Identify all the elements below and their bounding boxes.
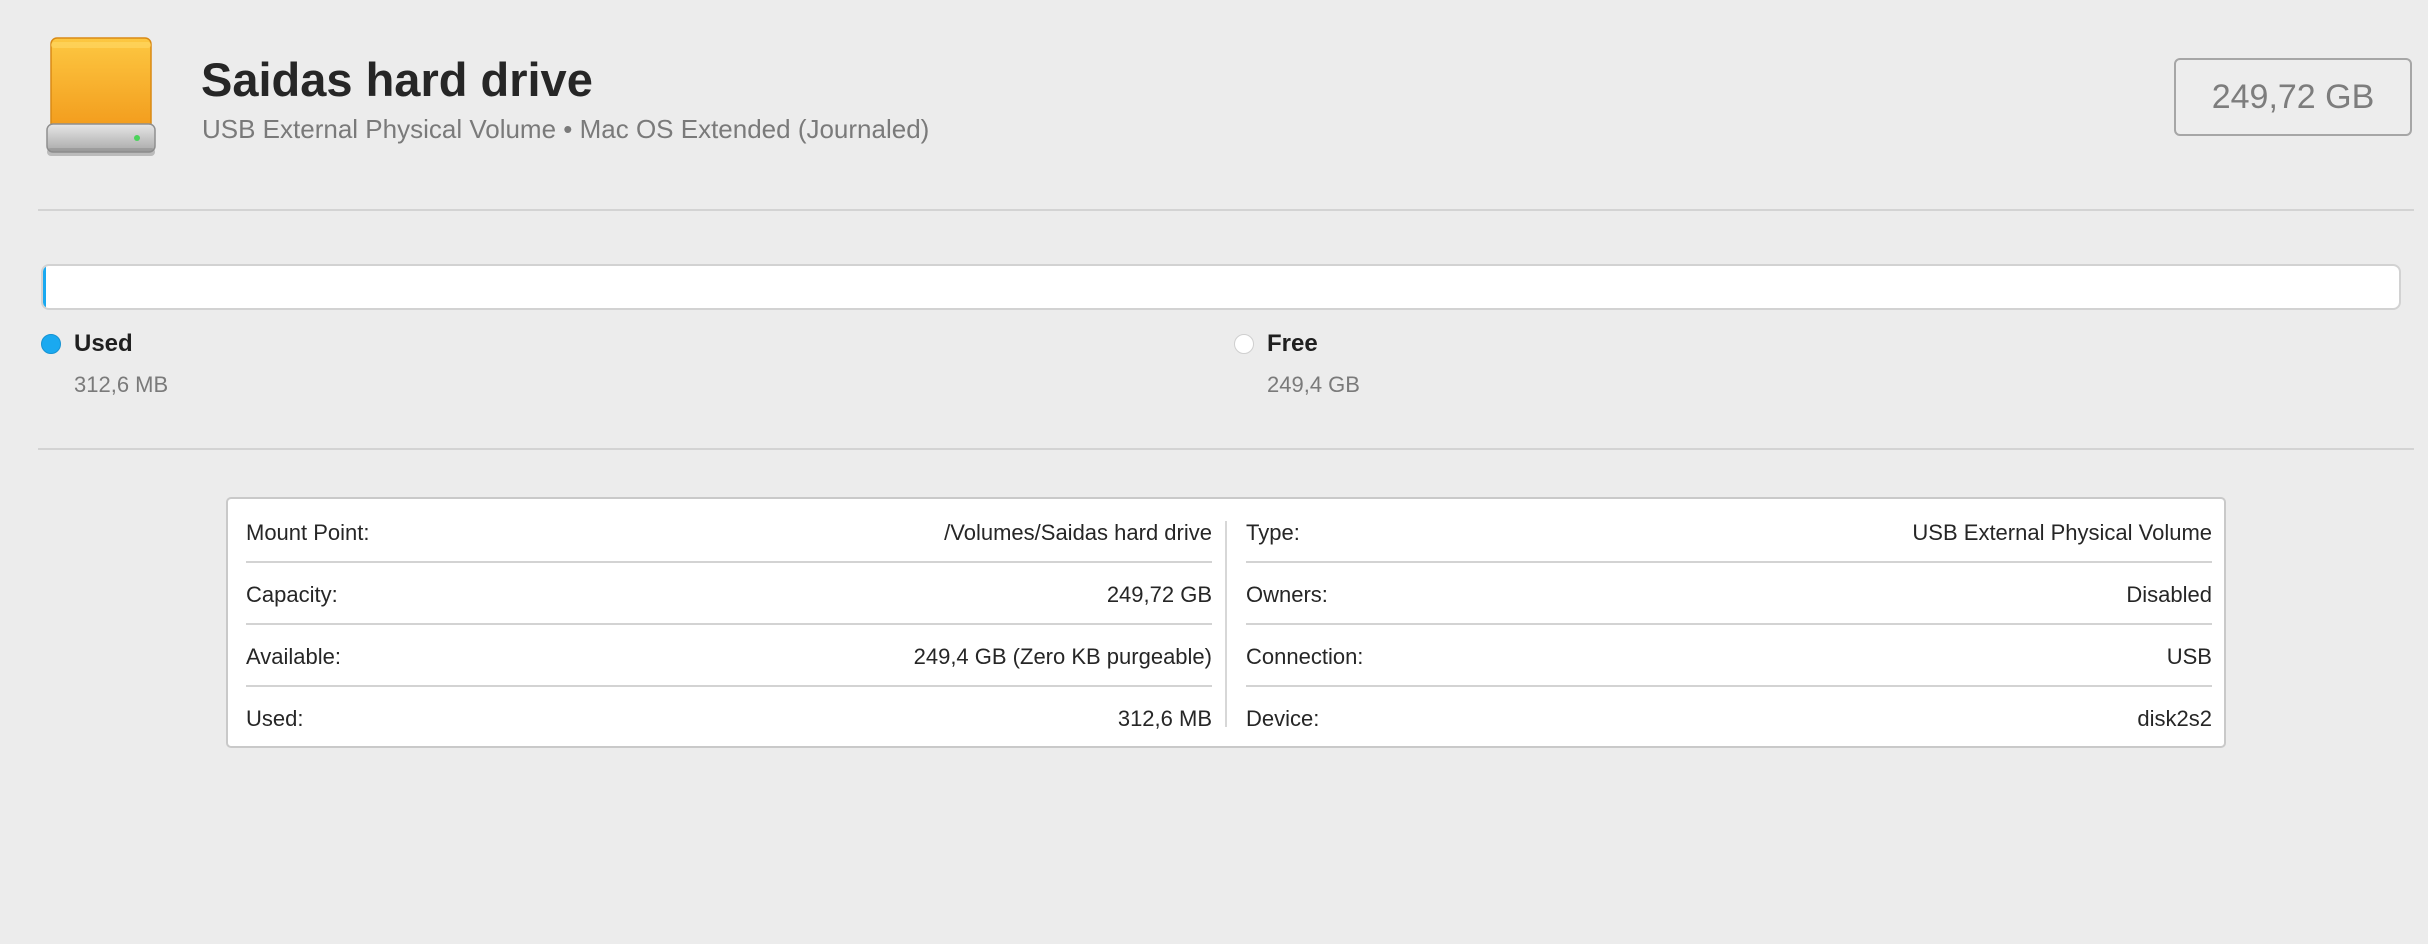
info-value: 312,6 MB <box>1117 706 1212 731</box>
legend-used-value: 312,6 MB <box>74 372 169 397</box>
info-key: Device: <box>1246 706 1320 731</box>
header-divider <box>38 209 2414 211</box>
info-value: Disabled <box>2126 582 2212 607</box>
free-color-dot <box>1234 334 1254 354</box>
info-value: /Volumes/Saidas hard drive <box>944 520 1212 545</box>
volume-info-table: Mount Point: /Volumes/Saidas hard drive … <box>226 497 2226 748</box>
info-key: Owners: <box>1246 582 1328 607</box>
info-key: Type: <box>1246 520 1300 545</box>
used-color-dot <box>41 334 61 354</box>
usage-bar-used-fill <box>43 266 46 308</box>
info-value: 249,72 GB <box>1106 582 1212 607</box>
info-row-connection: Connection: USB <box>1246 623 2212 685</box>
info-value: USB External Physical Volume <box>1912 520 2212 545</box>
info-key: Mount Point: <box>246 520 370 545</box>
info-row-mount-point: Mount Point: /Volumes/Saidas hard drive <box>246 499 1212 561</box>
info-key: Available: <box>246 644 341 669</box>
info-value: disk2s2 <box>2137 706 2212 731</box>
info-value: USB <box>2166 644 2212 669</box>
drive-name: Saidas hard drive <box>201 53 593 106</box>
info-key: Capacity: <box>246 582 338 607</box>
capacity-badge: 249,72 GB <box>2174 58 2412 136</box>
drive-subtitle: USB External Physical Volume • Mac OS Ex… <box>202 114 930 144</box>
info-key: Connection: <box>1246 644 1364 669</box>
legend-free-label: Free <box>1267 330 1318 357</box>
legend-used-label: Used <box>74 330 133 357</box>
usage-bar <box>41 264 2401 310</box>
info-key: Used: <box>246 706 304 731</box>
info-row-capacity: Capacity: 249,72 GB <box>246 561 1212 623</box>
info-row-owners: Owners: Disabled <box>1246 561 2212 623</box>
info-row-available: Available: 249,4 GB (Zero KB purgeable) <box>246 623 1212 685</box>
external-drive-icon <box>45 36 157 158</box>
info-value: 249,4 GB (Zero KB purgeable) <box>913 644 1212 669</box>
legend-free-value: 249,4 GB <box>1267 372 1360 397</box>
info-row-used: Used: 312,6 MB <box>246 685 1212 747</box>
column-separator <box>1225 521 1227 727</box>
section-divider <box>38 448 2414 450</box>
info-row-type: Type: USB External Physical Volume <box>1246 499 2212 561</box>
info-row-device: Device: disk2s2 <box>1246 685 2212 747</box>
